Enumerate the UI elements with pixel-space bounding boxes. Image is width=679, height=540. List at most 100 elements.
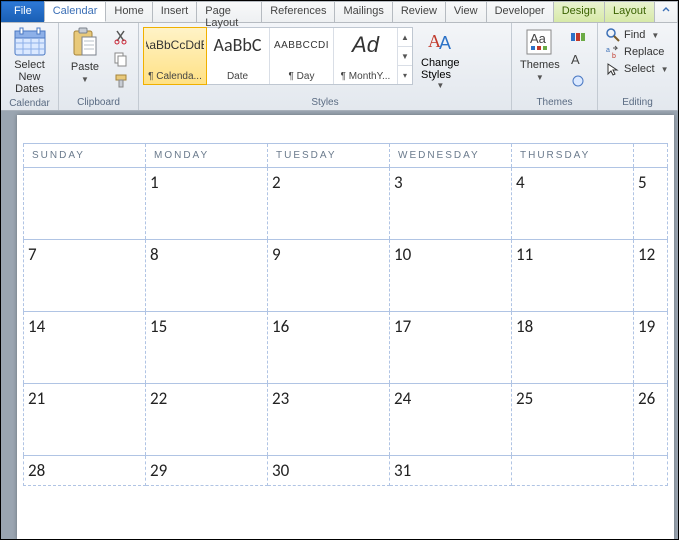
calendar-cell[interactable]: 18 [512, 312, 634, 384]
colors-icon [570, 29, 586, 45]
gallery-more-button[interactable]: ▾ [398, 66, 412, 84]
calendar-cell[interactable]: 15 [146, 312, 268, 384]
svg-text:b: b [612, 53, 616, 59]
calendar-row: 12345 [24, 168, 668, 240]
calendar-cell[interactable]: 21 [24, 384, 146, 456]
calendar-cell[interactable]: 12 [634, 240, 668, 312]
gallery-down-button[interactable]: ▼ [398, 47, 412, 66]
calendar-cell[interactable]: 14 [24, 312, 146, 384]
header-sunday: SUNDAY [24, 144, 146, 168]
svg-text:a: a [606, 47, 610, 54]
calendar-row: 28293031 [24, 456, 668, 486]
themes-button[interactable]: Aa Themes▼ [516, 25, 564, 86]
calendar-cell[interactable] [24, 168, 146, 240]
theme-effects-button[interactable] [568, 71, 588, 91]
styles-gallery[interactable]: AaBbCcDdE ¶ Calenda... AaBbC Date AABBCC… [143, 27, 413, 85]
select-button[interactable]: Select ▼ [602, 61, 673, 77]
copy-button[interactable] [111, 49, 131, 69]
calendar-cell[interactable]: 30 [268, 456, 390, 486]
tab-page-layout[interactable]: Page Layout [196, 1, 262, 22]
tab-file[interactable]: File [1, 1, 45, 22]
tab-design[interactable]: Design [553, 1, 605, 22]
calendar-cell[interactable]: 9 [268, 240, 390, 312]
cut-button[interactable] [111, 27, 131, 47]
calendar-cell[interactable]: 10 [390, 240, 512, 312]
calendar-cell[interactable]: 4 [512, 168, 634, 240]
calendar-cell[interactable]: 3 [390, 168, 512, 240]
group-themes: Aa Themes▼ A Themes [512, 23, 598, 110]
tab-home[interactable]: Home [105, 1, 152, 22]
style-date[interactable]: AaBbC Date [206, 28, 270, 84]
change-styles-button[interactable]: A A Change Styles ▼ [417, 25, 464, 92]
group-label-styles: Styles [143, 96, 507, 110]
calendar-cell[interactable] [512, 456, 634, 486]
replace-label: Replace [624, 46, 664, 58]
calendar-cell[interactable] [634, 456, 668, 486]
find-icon [606, 28, 620, 42]
calendar-cell[interactable]: 25 [512, 384, 634, 456]
chevron-down-icon: ▼ [661, 65, 669, 74]
calendar-cell[interactable]: 24 [390, 384, 512, 456]
theme-fonts-button[interactable]: A [568, 49, 588, 69]
calendar-row: 141516171819 [24, 312, 668, 384]
calendar-cell[interactable]: 5 [634, 168, 668, 240]
header-wednesday: WEDNESDAY [390, 144, 512, 168]
vertical-ruler [1, 111, 17, 539]
calendar-cell[interactable]: 28 [24, 456, 146, 486]
chevron-down-icon: ▼ [436, 81, 444, 90]
tab-review[interactable]: Review [392, 1, 446, 22]
style-preview: AaBbC [208, 32, 267, 58]
select-new-dates-button[interactable]: SelectNew Dates [5, 25, 54, 97]
svg-text:Aa: Aa [530, 31, 547, 46]
chevron-down-icon: ▼ [536, 73, 544, 82]
select-label: Select [624, 63, 655, 75]
tab-layout[interactable]: Layout [604, 1, 655, 22]
replace-button[interactable]: ab Replace [602, 44, 673, 60]
style-day[interactable]: AABBCCDI ¶ Day [270, 28, 334, 84]
svg-text:A: A [439, 33, 451, 53]
calendar-row: 212223242526 [24, 384, 668, 456]
calendar-cell[interactable]: 11 [512, 240, 634, 312]
format-painter-button[interactable] [111, 71, 131, 91]
group-styles: AaBbCcDdE ¶ Calenda... AaBbC Date AABBCC… [139, 23, 512, 110]
calendar-table[interactable]: SUNDAY MONDAY TUESDAY WEDNESDAY THURSDAY… [23, 143, 668, 486]
tab-references[interactable]: References [261, 1, 335, 22]
effects-icon [570, 73, 586, 89]
header-tuesday: TUESDAY [268, 144, 390, 168]
group-label-clipboard: Clipboard [63, 96, 134, 110]
collapse-ribbon-button[interactable] [654, 1, 678, 22]
calendar-cell[interactable]: 23 [268, 384, 390, 456]
group-label-calendar: Calendar [5, 97, 54, 111]
calendar-cell[interactable]: 26 [634, 384, 668, 456]
chevron-down-icon: ▼ [651, 31, 659, 40]
calendar-cell[interactable]: 1 [146, 168, 268, 240]
calendar-cell[interactable]: 16 [268, 312, 390, 384]
style-monthyear[interactable]: Ad ¶ MonthY... [334, 28, 398, 84]
calendar-cell[interactable]: 29 [146, 456, 268, 486]
style-calendar-text[interactable]: AaBbCcDdE ¶ Calenda... [143, 27, 207, 85]
theme-colors-button[interactable] [568, 27, 588, 47]
style-label: ¶ MonthY... [336, 71, 395, 82]
paste-icon [70, 27, 100, 59]
tab-view[interactable]: View [445, 1, 487, 22]
calendar-cell[interactable]: 2 [268, 168, 390, 240]
calendar-cell[interactable]: 17 [390, 312, 512, 384]
tab-developer[interactable]: Developer [486, 1, 554, 22]
calendar-cell[interactable]: 7 [24, 240, 146, 312]
group-clipboard: Paste▼ Clipboard [59, 23, 139, 110]
calendar-cell[interactable]: 22 [146, 384, 268, 456]
gallery-up-button[interactable]: ▲ [398, 28, 412, 47]
tab-mailings[interactable]: Mailings [334, 1, 392, 22]
tab-calendar[interactable]: Calendar [44, 1, 107, 22]
calendar-cell[interactable]: 31 [390, 456, 512, 486]
find-button[interactable]: Find ▼ [602, 27, 673, 43]
group-label-editing: Editing [602, 96, 673, 110]
tab-insert[interactable]: Insert [152, 1, 198, 22]
calendar-cell[interactable]: 19 [634, 312, 668, 384]
select-icon [606, 62, 620, 76]
brush-icon [113, 73, 129, 89]
calendar-cell[interactable]: 8 [146, 240, 268, 312]
group-calendar: SelectNew Dates Calendar [1, 23, 59, 110]
copy-icon [113, 51, 129, 67]
paste-button[interactable]: Paste▼ [63, 25, 107, 88]
